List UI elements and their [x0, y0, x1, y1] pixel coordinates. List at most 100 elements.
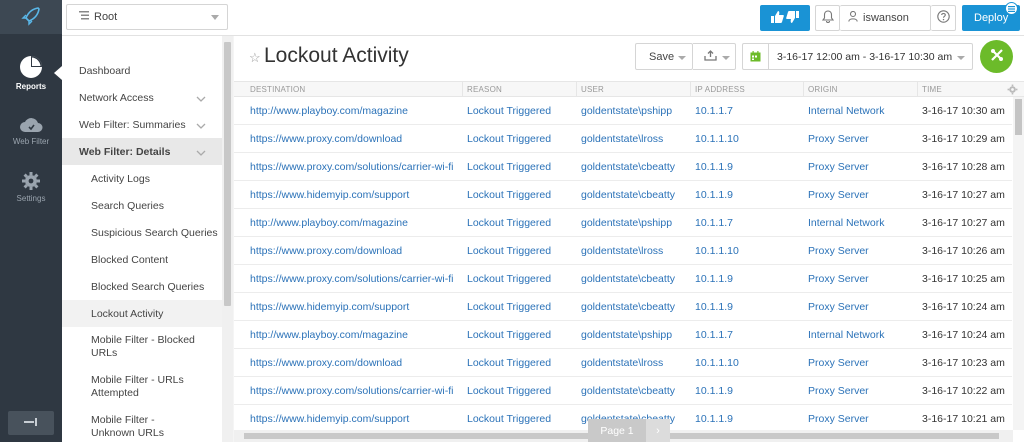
notifications-button[interactable] — [815, 5, 840, 31]
page-indicator[interactable]: Page 1 — [588, 419, 646, 442]
favorite-star-icon[interactable]: ☆ — [249, 50, 261, 66]
cell-reason[interactable]: Lockout Triggered — [467, 245, 551, 257]
cell-destination[interactable]: http://www.playboy.com/magazine — [250, 329, 408, 341]
table-row[interactable]: https://www.proxy.com/download Lockout T… — [234, 349, 1012, 377]
rail-item-reports[interactable]: Reports — [0, 55, 62, 91]
column-header-destination[interactable]: DESTINATION — [250, 85, 305, 94]
column-header-origin[interactable]: ORIGIN — [808, 85, 838, 94]
cell-destination[interactable]: http://www.playboy.com/magazine — [250, 105, 408, 117]
cell-reason[interactable]: Lockout Triggered — [467, 161, 551, 173]
cell-destination[interactable]: https://www.proxy.com/download — [250, 133, 402, 145]
cell-origin[interactable]: Internal Network — [808, 105, 884, 117]
column-divider[interactable] — [803, 82, 804, 97]
table-row[interactable]: http://www.playboy.com/magazine Lockout … — [234, 209, 1012, 237]
nav-item-lockout-activity[interactable]: Lockout Activity — [62, 300, 222, 327]
column-divider[interactable] — [462, 82, 463, 97]
cell-reason[interactable]: Lockout Triggered — [467, 413, 551, 425]
nav-item-web-filter-details[interactable]: Web Filter: Details — [62, 138, 222, 165]
cell-reason[interactable]: Lockout Triggered — [467, 273, 551, 285]
rail-item-settings[interactable]: Settings — [0, 171, 62, 203]
cell-origin[interactable]: Proxy Server — [808, 301, 869, 313]
cell-user[interactable]: goldentstate\lross — [581, 357, 663, 369]
cell-ip-address[interactable]: 10.1.1.9 — [695, 301, 733, 313]
cell-destination[interactable]: https://www.proxy.com/solutions/carrier-… — [250, 273, 453, 285]
column-header-time[interactable]: TIME — [922, 85, 942, 94]
cell-origin[interactable]: Internal Network — [808, 329, 884, 341]
table-row[interactable]: https://www.proxy.com/solutions/carrier-… — [234, 265, 1012, 293]
cell-destination[interactable]: https://www.hidemyip.com/support — [250, 413, 409, 425]
cell-reason[interactable]: Lockout Triggered — [467, 301, 551, 313]
cell-ip-address[interactable]: 10.1.1.10 — [695, 133, 739, 145]
nav-item-suspicious-search-queries[interactable]: Suspicious Search Queries — [62, 219, 222, 246]
user-menu-button[interactable]: iswanson — [840, 5, 931, 31]
cell-ip-address[interactable]: 10.1.1.7 — [695, 105, 733, 117]
deploy-button[interactable]: Deploy — [962, 2, 1020, 31]
column-header-user[interactable]: USER — [581, 85, 604, 94]
cell-destination[interactable]: https://www.proxy.com/download — [250, 357, 402, 369]
table-row[interactable]: https://www.hidemyip.com/support Lockout… — [234, 181, 1012, 209]
cell-reason[interactable]: Lockout Triggered — [467, 217, 551, 229]
cell-origin[interactable]: Proxy Server — [808, 245, 869, 257]
table-vertical-scrollbar-thumb[interactable] — [1015, 99, 1022, 135]
nav-item-dashboard[interactable]: Dashboard — [62, 57, 222, 84]
cell-destination[interactable]: https://www.proxy.com/download — [250, 245, 402, 257]
cell-origin[interactable]: Proxy Server — [808, 161, 869, 173]
nav-item-web-filter-summaries[interactable]: Web Filter: Summaries — [62, 111, 222, 138]
cell-ip-address[interactable]: 10.1.1.9 — [695, 385, 733, 397]
cell-user[interactable]: goldentstate\pshipp — [581, 105, 672, 117]
cell-destination[interactable]: http://www.playboy.com/magazine — [250, 217, 408, 229]
table-row[interactable]: https://www.proxy.com/solutions/carrier-… — [234, 153, 1012, 181]
feedback-button[interactable] — [760, 5, 810, 31]
nav-item-search-queries[interactable]: Search Queries — [62, 192, 222, 219]
cell-destination[interactable]: https://www.hidemyip.com/support — [250, 301, 409, 313]
cell-destination[interactable]: https://www.proxy.com/solutions/carrier-… — [250, 161, 453, 173]
cell-ip-address[interactable]: 10.1.1.10 — [695, 245, 739, 257]
cell-ip-address[interactable]: 10.1.1.7 — [695, 329, 733, 341]
nav-item-mobile-filter-unknown-urls[interactable]: Mobile Filter - Unknown URLs — [62, 410, 222, 442]
collapse-rail-button[interactable] — [8, 411, 54, 435]
next-page-button[interactable]: › — [646, 419, 670, 442]
cell-origin[interactable]: Proxy Server — [808, 385, 869, 397]
cell-ip-address[interactable]: 10.1.1.9 — [695, 161, 733, 173]
cell-user[interactable]: goldentstate\cbeatty — [581, 161, 675, 173]
table-row[interactable]: https://www.proxy.com/download Lockout T… — [234, 237, 1012, 265]
cell-reason[interactable]: Lockout Triggered — [467, 357, 551, 369]
cell-ip-address[interactable]: 10.1.1.9 — [695, 273, 733, 285]
cell-reason[interactable]: Lockout Triggered — [467, 189, 551, 201]
cell-reason[interactable]: Lockout Triggered — [467, 105, 551, 117]
cell-origin[interactable]: Proxy Server — [808, 189, 869, 201]
cell-origin[interactable]: Proxy Server — [808, 273, 869, 285]
table-row[interactable]: http://www.playboy.com/magazine Lockout … — [234, 321, 1012, 349]
cell-ip-address[interactable]: 10.1.1.7 — [695, 217, 733, 229]
column-header-reason[interactable]: REASON — [467, 85, 502, 94]
cell-user[interactable]: goldentstate\pshipp — [581, 217, 672, 229]
cell-origin[interactable]: Proxy Server — [808, 133, 869, 145]
cell-reason[interactable]: Lockout Triggered — [467, 329, 551, 341]
cell-user[interactable]: goldentstate\pshipp — [581, 329, 672, 341]
cell-origin[interactable]: Proxy Server — [808, 413, 869, 425]
column-divider[interactable] — [917, 82, 918, 97]
help-button[interactable] — [931, 5, 956, 31]
nav-item-blocked-content[interactable]: Blocked Content — [62, 246, 222, 273]
cell-origin[interactable]: Internal Network — [808, 217, 884, 229]
table-row[interactable]: https://www.proxy.com/download Lockout T… — [234, 125, 1012, 153]
nav-item-network-access[interactable]: Network Access — [62, 84, 222, 111]
cell-origin[interactable]: Proxy Server — [808, 357, 869, 369]
table-row[interactable]: https://www.proxy.com/solutions/carrier-… — [234, 377, 1012, 405]
cell-ip-address[interactable]: 10.1.1.9 — [695, 413, 733, 425]
app-logo[interactable] — [0, 0, 62, 34]
export-button[interactable] — [693, 43, 736, 70]
customize-report-button[interactable] — [980, 40, 1013, 73]
cell-user[interactable]: goldentstate\lross — [581, 133, 663, 145]
nav-scrollbar[interactable] — [222, 36, 233, 442]
cell-user[interactable]: goldentstate\cbeatty — [581, 385, 675, 397]
nav-item-activity-logs[interactable]: Activity Logs — [62, 165, 222, 192]
cell-destination[interactable]: https://www.hidemyip.com/support — [250, 189, 409, 201]
table-vertical-scrollbar[interactable] — [1013, 97, 1024, 430]
date-range-picker[interactable]: 3-16-17 12:00 am - 3-16-17 10:30 am — [742, 43, 973, 70]
nav-scrollbar-thumb[interactable] — [224, 42, 231, 306]
rail-item-web-filter[interactable]: Web Filter — [0, 116, 62, 146]
nav-item-mobile-filter-urls-attempted[interactable]: Mobile Filter - URLs Attempted — [62, 370, 222, 410]
root-select[interactable]: Root — [66, 4, 228, 30]
table-row[interactable]: http://www.playboy.com/magazine Lockout … — [234, 97, 1012, 125]
